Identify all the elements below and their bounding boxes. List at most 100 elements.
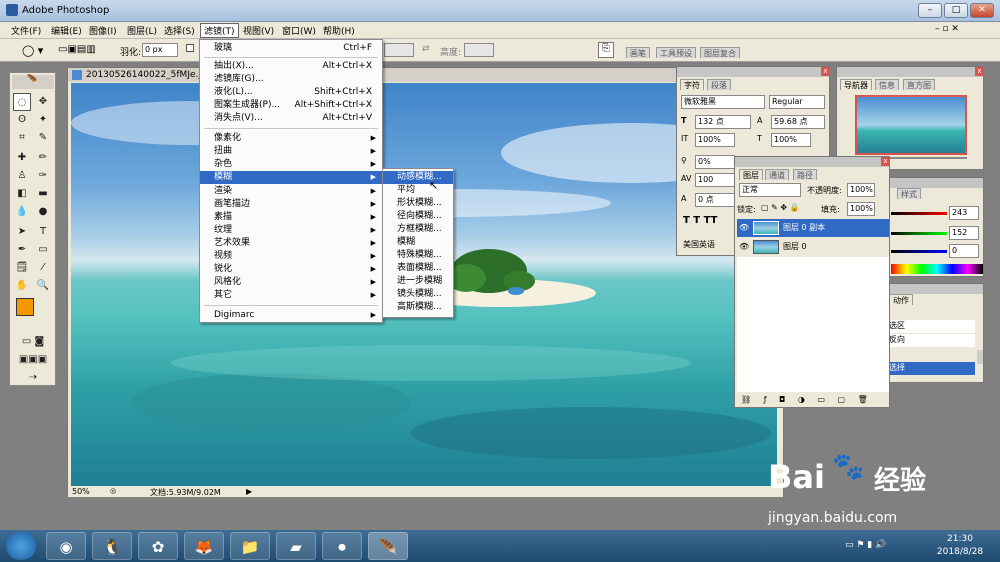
blur-submenu-item[interactable]: 表面模糊... xyxy=(383,262,453,275)
menu-file[interactable]: 文件(F) xyxy=(8,24,44,37)
magic-wand-icon[interactable]: ✦ xyxy=(34,111,52,129)
brush-tool-icon[interactable]: ✏ xyxy=(34,149,52,167)
tab-paragraph[interactable]: 段落 xyxy=(707,79,731,90)
blur-submenu-item[interactable]: 平均 xyxy=(383,184,453,197)
zoom-level[interactable]: 50% xyxy=(72,487,90,496)
lasso-tool-icon[interactable]: ʘ xyxy=(13,111,31,129)
hand-tool-icon[interactable]: ✋ xyxy=(13,277,31,295)
blur-submenu-item[interactable]: 镜头模糊... xyxy=(383,288,453,301)
color-spectrum[interactable] xyxy=(891,264,983,274)
filter-menu-item[interactable]: 画笔描边 ▶ xyxy=(200,198,382,211)
red-value[interactable]: 243 xyxy=(949,206,979,220)
layer-actions-icons[interactable]: ⛓ ƒ ◘ ◑ ▭ ▢ 🗑 xyxy=(741,395,873,404)
tab-styles[interactable]: 样式 xyxy=(897,188,921,199)
blur-tool-icon[interactable]: 💧 xyxy=(13,203,31,221)
filter-menu-item[interactable]: 滤镜库(G)... xyxy=(200,73,382,86)
filter-menu-item[interactable]: 艺术效果 ▶ xyxy=(200,237,382,250)
blend-mode-select[interactable]: 正常 xyxy=(739,183,801,197)
font-size-input[interactable]: 132 点 xyxy=(695,115,751,129)
menu-window[interactable]: 窗口(W) xyxy=(279,24,319,37)
dodge-tool-icon[interactable]: ● xyxy=(34,203,52,221)
scrollbar[interactable] xyxy=(977,350,983,364)
screen-mode-icons[interactable]: ▣▣▣ xyxy=(13,351,53,369)
blur-submenu-item-motion[interactable]: 动感模糊... xyxy=(383,171,453,184)
menu-filter[interactable]: 滤镜(T) xyxy=(200,23,239,38)
blur-submenu-item[interactable]: 进一步模糊 xyxy=(383,275,453,288)
filter-menu-item[interactable]: 玻璃 Ctrl+F xyxy=(200,42,382,55)
font-family-select[interactable]: 微软雅黑 xyxy=(681,95,765,109)
status-info-icon[interactable]: ◎ xyxy=(110,487,116,495)
marquee-tool-icon[interactable]: ◌ xyxy=(13,93,31,111)
palette-well-icon[interactable]: ⎘ xyxy=(598,42,614,58)
tab-channels[interactable]: 通道 xyxy=(765,169,789,180)
tab-paths[interactable]: 路径 xyxy=(793,169,817,180)
jump-to-imageready-icon[interactable]: ⇢ xyxy=(13,369,53,387)
maximize-button[interactable]: □ xyxy=(944,3,968,18)
zoom-slider[interactable] xyxy=(877,157,967,159)
menu-edit[interactable]: 编辑(E) xyxy=(48,24,85,37)
menu-help[interactable]: 帮助(H) xyxy=(320,24,358,37)
filter-menu-item[interactable]: 其它 ▶ xyxy=(200,289,382,302)
status-menu-arrow-icon[interactable]: ▶ xyxy=(246,487,252,496)
green-slider[interactable] xyxy=(891,232,947,235)
width-input[interactable] xyxy=(384,43,414,57)
lock-icons[interactable]: ▢ ✎ ✥ 🔒 xyxy=(761,203,800,212)
notes-tool-icon[interactable]: 🗒 xyxy=(13,259,31,277)
tracking-input[interactable]: 0% xyxy=(695,155,735,169)
stamp-tool-icon[interactable]: ♙ xyxy=(13,167,31,185)
taskbar-photoshop-icon[interactable]: 🪶 xyxy=(368,532,408,560)
shape-tool-icon[interactable]: ▭ xyxy=(34,241,52,259)
filter-menu-item[interactable]: 锐化 ▶ xyxy=(200,263,382,276)
path-select-icon[interactable]: ➤ xyxy=(13,223,31,241)
height-input[interactable] xyxy=(464,43,494,57)
taskbar-browser-icon[interactable]: ◉ xyxy=(46,532,86,560)
feather-logo-icon[interactable]: 🪶 xyxy=(12,75,54,89)
filter-menu-item[interactable]: 渲染 ▶ xyxy=(200,185,382,198)
history-brush-icon[interactable]: ✑ xyxy=(34,167,52,185)
vertical-scale-input[interactable]: 100% xyxy=(695,133,735,147)
blue-slider[interactable] xyxy=(891,250,947,253)
filter-menu-item[interactable]: 风格化 ▶ xyxy=(200,276,382,289)
layer-row-active[interactable]: 👁 图层 0 副本 xyxy=(737,219,889,237)
eye-icon[interactable]: 👁 xyxy=(739,219,749,237)
taskbar-qq-icon[interactable]: 🐧 xyxy=(92,532,132,560)
move-tool-icon[interactable]: ✥ xyxy=(34,93,52,111)
green-value[interactable]: 152 xyxy=(949,226,979,240)
crop-tool-icon[interactable]: ⌗ xyxy=(13,129,31,147)
blue-value[interactable]: 0 xyxy=(949,244,979,258)
slice-tool-icon[interactable]: ✎ xyxy=(34,129,52,147)
panel-close-icon[interactable]: x xyxy=(821,67,830,76)
tab-tool-presets[interactable]: 工具预设 xyxy=(656,47,696,58)
filter-menu-item[interactable]: 纹理 ▶ xyxy=(200,224,382,237)
healing-brush-icon[interactable]: ✚ xyxy=(13,149,31,167)
menu-layer[interactable]: 图层(L) xyxy=(124,24,160,37)
tab-histogram[interactable]: 直方图 xyxy=(903,79,935,90)
tab-actions[interactable]: 动作 xyxy=(889,294,913,305)
close-button[interactable]: ✕ xyxy=(970,3,994,18)
blur-submenu-item[interactable]: 高斯模糊... xyxy=(383,301,453,314)
taskbar-firefox-icon[interactable]: 🦊 xyxy=(184,532,224,560)
blur-submenu-item[interactable]: 形状模糊... xyxy=(383,197,453,210)
foreground-color-swatch[interactable] xyxy=(16,298,34,316)
eraser-tool-icon[interactable]: ◧ xyxy=(13,185,31,203)
minimize-button[interactable]: – xyxy=(918,3,942,18)
tab-layers[interactable]: 图层 xyxy=(739,169,763,180)
layer-row[interactable]: 👁 图层 0 xyxy=(737,238,889,256)
gradient-tool-icon[interactable]: ▬ xyxy=(34,185,52,203)
type-tool-icon[interactable]: T xyxy=(34,223,52,241)
blur-submenu-item[interactable]: 特殊模糊... xyxy=(383,249,453,262)
filter-menu-item-blur[interactable]: 模糊 ▶ xyxy=(200,171,382,184)
history-item-active[interactable]: 选择 xyxy=(889,362,975,375)
filter-menu-item[interactable]: 杂色 ▶ xyxy=(200,158,382,171)
text-style-icons[interactable]: T T TT xyxy=(683,215,717,226)
panel-close-icon[interactable]: x xyxy=(975,67,984,76)
history-item[interactable]: 选区 xyxy=(889,320,975,333)
tab-info[interactable]: 信息 xyxy=(875,79,899,90)
start-button[interactable] xyxy=(6,532,36,560)
history-item[interactable]: 反向 xyxy=(889,334,975,347)
tab-brushes[interactable]: 画笔 xyxy=(626,47,650,58)
leading-input[interactable]: 59.68 点 xyxy=(771,115,825,129)
tray-icons[interactable]: ▭ ⚑ ▮ 🔊 xyxy=(845,540,886,550)
taskbar-recorder-icon[interactable]: ⏺ xyxy=(322,532,362,560)
menu-view[interactable]: 视图(V) xyxy=(240,24,277,37)
